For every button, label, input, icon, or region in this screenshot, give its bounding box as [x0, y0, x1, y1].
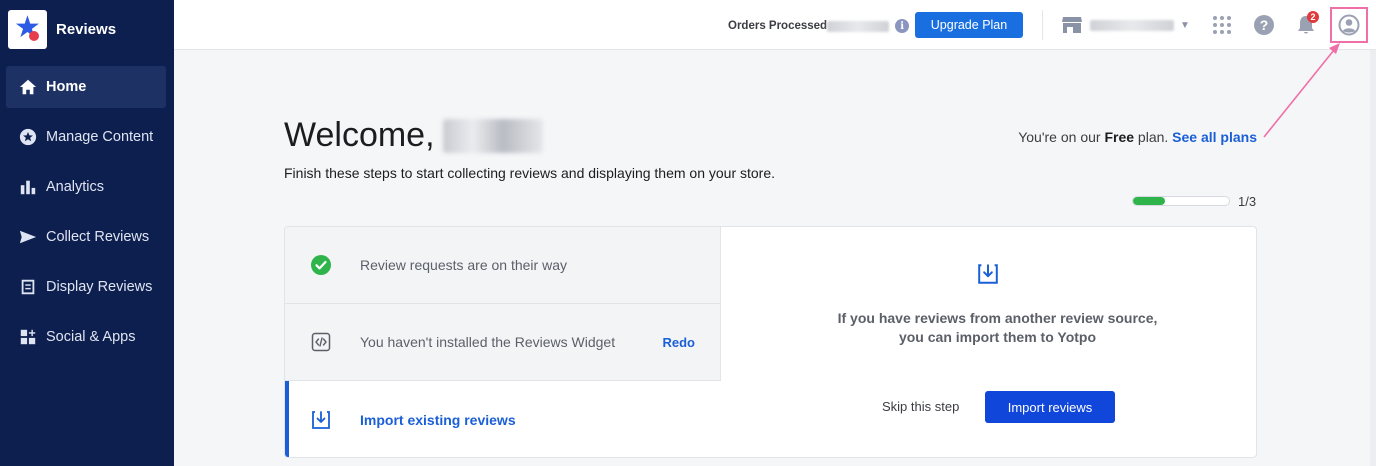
- notification-badge: 2: [1307, 11, 1319, 23]
- step-description-line: If you have reviews from another review …: [837, 310, 1158, 326]
- plan-prefix: You're on our: [1018, 129, 1105, 145]
- step-label: Review requests are on their way: [360, 257, 567, 273]
- import-icon: [309, 408, 333, 432]
- step-review-requests[interactable]: Review requests are on their way: [285, 227, 721, 304]
- sidebar-item-label: Social & Apps: [46, 329, 136, 345]
- apps-grid-icon[interactable]: [1213, 16, 1231, 34]
- plan-info: You're on our Free plan. See all plans: [1018, 129, 1257, 145]
- import-reviews-button[interactable]: Import reviews: [985, 391, 1115, 423]
- page-subtitle: Finish these steps to start collecting r…: [284, 165, 776, 181]
- sidebar-item-label: Manage Content: [46, 129, 154, 145]
- onboarding-steps-card: Review requests are on their way You hav…: [284, 226, 1257, 458]
- redo-link[interactable]: Redo: [663, 335, 696, 350]
- sidebar-item-label: Home: [46, 79, 87, 95]
- welcome-text: Welcome,: [284, 116, 435, 154]
- sidebar-item-label: Analytics: [46, 179, 105, 195]
- orders-processed-label: Orders Processed: [728, 20, 828, 32]
- code-icon: [309, 330, 333, 354]
- brand-name: Reviews: [56, 20, 117, 38]
- sidebar-item-collect-reviews[interactable]: Collect Reviews: [6, 216, 166, 258]
- step-label: You haven't installed the Reviews Widget: [360, 334, 616, 350]
- progress-fill: [1133, 197, 1165, 205]
- progress-bar: [1132, 196, 1230, 206]
- user-account-button[interactable]: [1330, 7, 1368, 43]
- orders-processed: Orders Processed i: [728, 19, 910, 33]
- bar-chart-icon: [18, 177, 38, 197]
- store-name-redacted: [1090, 19, 1174, 31]
- send-icon: [18, 227, 38, 247]
- sidebar-item-label: Display Reviews: [46, 279, 153, 295]
- active-step-indicator: [285, 381, 289, 457]
- sidebar-item-manage-content[interactable]: Manage Content: [6, 116, 166, 158]
- upgrade-plan-button[interactable]: Upgrade Plan: [915, 12, 1023, 38]
- check-circle-icon: [309, 253, 333, 277]
- import-icon: [977, 263, 999, 290]
- step-import-reviews[interactable]: Import existing reviews: [285, 381, 721, 457]
- chevron-down-icon: ▼: [1180, 19, 1190, 31]
- sidebar: ★ Reviews Home Manage Content Analytics: [0, 0, 174, 466]
- document-icon: [18, 277, 38, 297]
- orders-processed-value-redacted: [827, 20, 890, 32]
- top-bar: Orders Processed i Upgrade Plan ▼ ? 2: [174, 0, 1376, 50]
- store-icon: [1062, 17, 1082, 33]
- brand[interactable]: ★ Reviews: [0, 0, 174, 58]
- home-icon: [18, 77, 38, 97]
- apps-plus-icon: [18, 327, 38, 347]
- step-description: If you have reviews from another review …: [785, 309, 1210, 347]
- user-avatar-icon: [1338, 14, 1360, 36]
- step-description-line: you can import them to Yotpo: [898, 329, 1097, 345]
- plan-suffix: plan.: [1134, 129, 1173, 145]
- scrollbar[interactable]: [1370, 50, 1376, 466]
- notifications-button[interactable]: 2: [1297, 11, 1319, 35]
- page-title: Welcome,: [284, 116, 543, 155]
- sidebar-item-home[interactable]: Home: [6, 66, 166, 108]
- star-circle-icon: [18, 127, 38, 147]
- sidebar-item-display-reviews[interactable]: Display Reviews: [6, 266, 166, 308]
- see-all-plans-link[interactable]: See all plans: [1172, 129, 1257, 145]
- step-label: Import existing reviews: [360, 412, 516, 428]
- step-reviews-widget[interactable]: You haven't installed the Reviews Widget…: [285, 304, 721, 381]
- progress-label: 1/3: [1238, 194, 1257, 209]
- user-name-redacted: [442, 118, 543, 153]
- sidebar-item-social-apps[interactable]: Social & Apps: [6, 316, 166, 358]
- divider: [1042, 10, 1043, 40]
- sidebar-item-label: Collect Reviews: [46, 229, 150, 245]
- sidebar-nav: Home Manage Content Analytics Collect Re…: [0, 66, 174, 358]
- plan-name: Free: [1104, 129, 1135, 145]
- help-icon[interactable]: ?: [1254, 15, 1274, 35]
- skip-step-button[interactable]: Skip this step: [882, 399, 959, 414]
- store-selector[interactable]: ▼: [1062, 16, 1190, 34]
- yotpo-logo-icon: ★: [8, 9, 47, 49]
- info-icon[interactable]: i: [895, 19, 910, 33]
- sidebar-item-analytics[interactable]: Analytics: [6, 166, 166, 208]
